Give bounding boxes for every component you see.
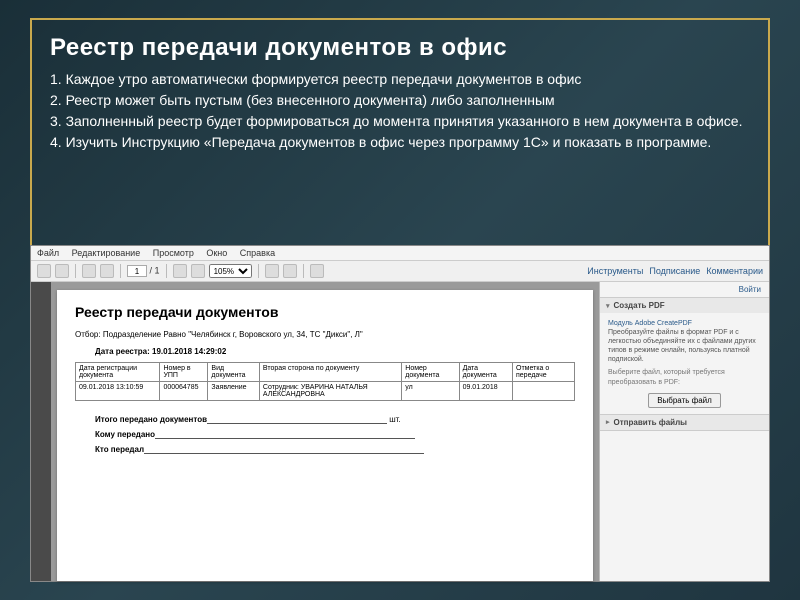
page-indicator: / 1	[127, 265, 160, 277]
mail-icon[interactable]	[100, 264, 114, 278]
separator	[75, 264, 76, 278]
slide-p4: 4. Изучить Инструкцию «Передача документ…	[50, 133, 750, 152]
slide-p2: 2. Реестр может быть пустым (без внесенн…	[50, 91, 750, 110]
page-current-input[interactable]	[127, 265, 147, 277]
zoom-in-icon[interactable]	[191, 264, 205, 278]
save-icon[interactable]	[55, 264, 69, 278]
menu-help[interactable]: Справка	[240, 248, 275, 258]
module-desc: Преобразуйте файлы в формат PDF и с легк…	[608, 328, 761, 364]
document-page: Реестр передачи документов Отбор: Подраз…	[57, 290, 593, 581]
section-send-files[interactable]: Отправить файлы	[600, 415, 769, 430]
print-icon[interactable]	[82, 264, 96, 278]
table-header-row: Дата регистрации документа Номер в УПП В…	[76, 363, 575, 382]
doc-date: Дата реестра: 19.01.2018 14:29:02	[95, 347, 575, 356]
login-link[interactable]: Войти	[600, 282, 769, 298]
who-line: Кто передал	[95, 445, 575, 454]
separator	[303, 264, 304, 278]
tab-comments[interactable]: Комментарии	[706, 266, 763, 276]
select-file-button[interactable]: Выбрать файл	[648, 393, 721, 408]
zoom-select[interactable]: 105%	[209, 264, 252, 278]
doc-filter: Отбор: Подразделение Равно "Челябинск г,…	[75, 330, 575, 339]
total-line: Итого передано документов шт.	[95, 415, 575, 424]
comment-icon[interactable]	[310, 264, 324, 278]
menu-window[interactable]: Окно	[206, 248, 227, 258]
th-party: Вторая сторона по документу	[259, 363, 401, 382]
hand-icon[interactable]	[283, 264, 297, 278]
separator	[258, 264, 259, 278]
page-total: 1	[155, 266, 160, 276]
slide-p3: 3. Заполненный реестр будет формироватьс…	[50, 112, 750, 131]
menu-view[interactable]: Просмотр	[153, 248, 194, 258]
tab-tools[interactable]: Инструменты	[587, 266, 643, 276]
side-panel: Войти Создать PDF Модуль Adobe CreatePDF…	[599, 282, 769, 581]
section-create-pdf[interactable]: Создать PDF	[600, 298, 769, 313]
toolbar: / 1 105% Инструменты Подписание Коммента…	[31, 261, 769, 282]
slide-title: Реестр передачи документов в офис	[50, 34, 750, 62]
menu-edit[interactable]: Редактирование	[72, 248, 141, 258]
th-mark: Отметка о передаче	[513, 363, 575, 382]
nav-pane[interactable]	[31, 282, 51, 581]
menu-file[interactable]: Файл	[37, 248, 59, 258]
tool-icon[interactable]	[265, 264, 279, 278]
to-whom-line: Кому передано	[95, 430, 575, 439]
separator	[166, 264, 167, 278]
slide-body: 1. Каждое утро автоматически формируется…	[50, 70, 750, 152]
table-row: 09.01.2018 13:10:59 000064785 Заявление …	[76, 382, 575, 401]
tab-sign[interactable]: Подписание	[649, 266, 700, 276]
th-upp: Номер в УПП	[160, 363, 208, 382]
doc-title: Реестр передачи документов	[75, 304, 575, 320]
th-docdate: Дата документа	[459, 363, 512, 382]
registry-table: Дата регистрации документа Номер в УПП В…	[75, 362, 575, 401]
open-icon[interactable]	[37, 264, 51, 278]
select-hint: Выберите файл, который требуется преобра…	[608, 368, 761, 386]
menubar: Файл Редактирование Просмотр Окно Справк…	[31, 246, 769, 261]
th-regdate: Дата регистрации документа	[76, 363, 160, 382]
th-docnum: Номер документа	[402, 363, 459, 382]
module-link[interactable]: Модуль Adobe CreatePDF	[608, 319, 761, 328]
zoom-out-icon[interactable]	[173, 264, 187, 278]
page-sep: /	[150, 266, 153, 276]
separator	[120, 264, 121, 278]
pdf-viewer-window: Файл Редактирование Просмотр Окно Справк…	[30, 245, 770, 582]
th-type: Вид документа	[208, 363, 260, 382]
slide-p1: 1. Каждое утро автоматически формируется…	[50, 70, 750, 89]
